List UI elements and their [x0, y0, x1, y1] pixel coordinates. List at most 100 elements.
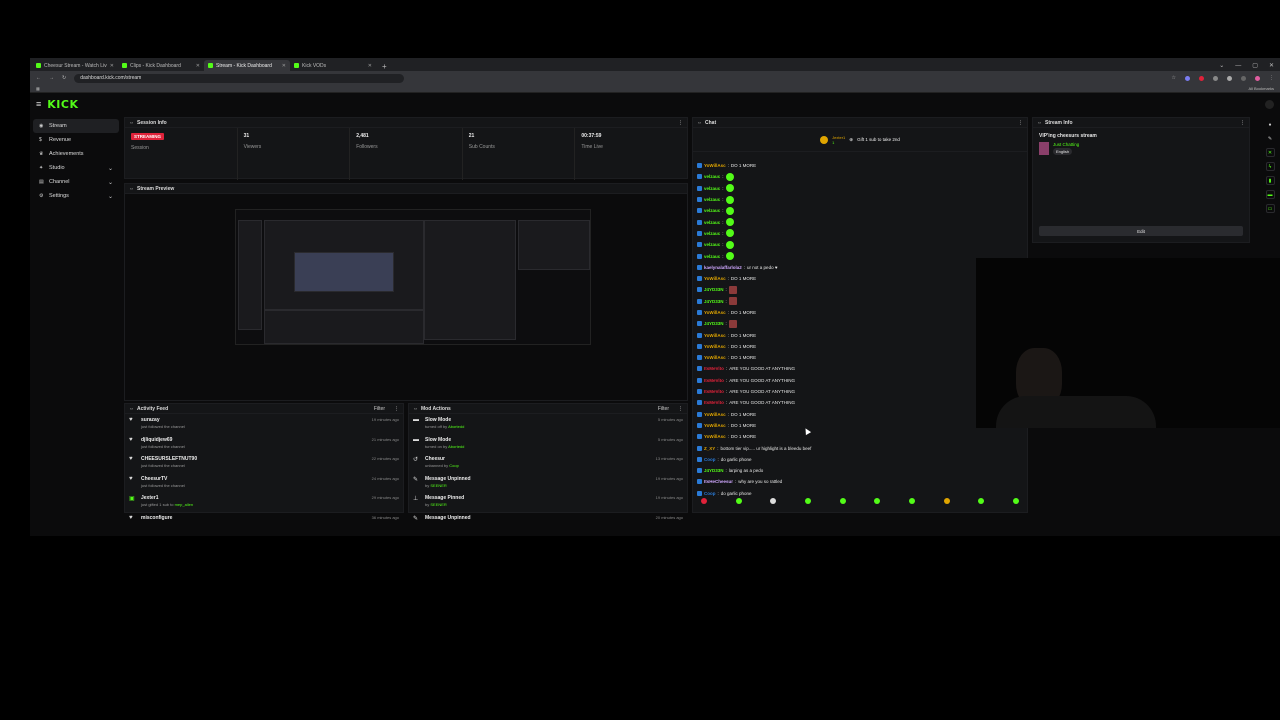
close-window-icon[interactable]: ✕: [1269, 62, 1274, 69]
chat-username[interactable]: J4YD33N: [704, 299, 724, 304]
chat-username[interactable]: Coop: [704, 457, 716, 462]
url-field[interactable]: dashboard.kick.com/stream: [74, 73, 405, 83]
reload-icon[interactable]: ↻: [62, 75, 66, 81]
chat-username[interactable]: ItsMeVito: [704, 378, 724, 383]
chat-username[interactable]: J4YD33N: [704, 287, 724, 292]
pinned-gift-goal[interactable]: Jexter1 1 ⊕ Gift 1 sub to take 2nd: [693, 128, 1027, 152]
drag-handle-icon[interactable]: ⇔: [129, 186, 134, 192]
chat-username[interactable]: YoWillAsc: [704, 333, 726, 338]
sidebar-item-achievements[interactable]: ♛ Achievements: [33, 147, 119, 161]
extension-icon[interactable]: [1185, 75, 1190, 81]
sidebar-item-settings[interactable]: ⚙ Settings ⌄: [33, 189, 119, 203]
profile-avatar[interactable]: [1255, 75, 1260, 81]
chat-username[interactable]: velzauc: [704, 231, 720, 236]
emote-icon[interactable]: [978, 498, 985, 504]
kebab-menu-icon[interactable]: ⋮: [1240, 120, 1245, 126]
drag-handle-icon[interactable]: ⇔: [129, 406, 134, 412]
chat-username[interactable]: velzauc: [704, 174, 720, 179]
emote-icon[interactable]: [735, 498, 742, 504]
chat-username[interactable]: ItsMeVito: [704, 400, 724, 405]
minimize-icon[interactable]: —: [1235, 63, 1241, 69]
kebab-menu-icon[interactable]: ⋮: [678, 120, 683, 126]
drag-handle-icon[interactable]: ⇔: [413, 406, 418, 412]
emote-icon[interactable]: [874, 498, 881, 504]
moderator-name[interactable]: Abortedd: [448, 424, 464, 429]
chat-username[interactable]: ItsMeVito: [704, 389, 724, 394]
moderator-name[interactable]: SEENER: [430, 483, 446, 488]
chat-username[interactable]: J4YD33N: [704, 321, 724, 326]
filter-button[interactable]: Filter: [658, 406, 669, 412]
filter-button[interactable]: Filter: [374, 406, 385, 412]
chat-username[interactable]: ItsHeCheesur: [704, 479, 733, 484]
chat-username[interactable]: YoWillAsc: [704, 276, 726, 281]
kick-logo[interactable]: KICK: [47, 98, 78, 111]
feed-user[interactable]: djliquidjew69: [141, 437, 368, 443]
emote-icon[interactable]: [908, 498, 915, 504]
browser-tab-active[interactable]: Stream - Kick Dashboard ✕: [204, 60, 290, 71]
feed-user[interactable]: misconfigure: [141, 515, 368, 521]
chat-username[interactable]: ItsMeVito: [704, 366, 724, 371]
resize-icon[interactable]: ▭: [1265, 204, 1275, 213]
chat-username[interactable]: kaelynalaffarlola2: [704, 265, 742, 270]
emote-icon[interactable]: [701, 498, 707, 504]
feed-user[interactable]: CHEESURSLEFTNUT90: [141, 456, 368, 462]
forward-icon[interactable]: →: [49, 75, 54, 81]
close-icon[interactable]: ✕: [110, 63, 114, 69]
edit-button[interactable]: Edit: [1039, 226, 1243, 236]
chat-username[interactable]: velzauc: [704, 220, 720, 225]
moderator-name[interactable]: Abortedd: [448, 444, 464, 449]
user-avatar[interactable]: [1265, 99, 1274, 109]
tool-button-icon[interactable]: ✕: [1265, 148, 1275, 157]
emote-icon[interactable]: [943, 498, 950, 504]
chat-username[interactable]: YoWillAsc: [704, 344, 726, 349]
stream-preview-video[interactable]: [235, 209, 591, 345]
kebab-menu-icon[interactable]: ⋮: [678, 406, 683, 412]
chat-username[interactable]: velzauc: [704, 242, 720, 247]
chat-username[interactable]: Z_XY: [704, 446, 715, 451]
help-icon[interactable]: ●: [1266, 120, 1275, 129]
mod-action-name[interactable]: Cheesur: [425, 456, 652, 462]
browser-tab[interactable]: Kick VODs ✕: [290, 60, 376, 71]
chat-username[interactable]: YoWillAsc: [704, 163, 726, 168]
extension-icon[interactable]: [1199, 75, 1204, 81]
chat-username[interactable]: velzauc: [704, 186, 720, 191]
chat-username[interactable]: YoWillAsc: [704, 423, 726, 428]
chat-bubble-icon[interactable]: ▬: [1265, 190, 1275, 199]
star-icon[interactable]: ☆: [1172, 75, 1176, 81]
sidebar-item-stream[interactable]: ◉ Stream: [33, 119, 119, 133]
chat-username[interactable]: J4YD33N: [704, 468, 724, 473]
close-icon[interactable]: ✕: [196, 63, 200, 69]
chat-username[interactable]: velzauc: [704, 208, 720, 213]
sidepanel-icon[interactable]: [1241, 75, 1246, 81]
drag-handle-icon[interactable]: ⇔: [1037, 120, 1042, 126]
kebab-menu-icon[interactable]: ⋮: [1269, 75, 1274, 81]
chat-username[interactable]: velzauc: [704, 254, 720, 259]
feed-user[interactable]: Jexter1: [141, 495, 368, 501]
extension-icon[interactable]: [1213, 75, 1218, 81]
kebab-menu-icon[interactable]: ⋮: [1018, 120, 1023, 126]
close-icon[interactable]: ✕: [368, 63, 372, 69]
trash-icon[interactable]: ▮: [1265, 176, 1275, 185]
all-bookmarks-link[interactable]: All Bookmarks: [1248, 86, 1274, 91]
moderator-name[interactable]: SEENER: [430, 502, 446, 507]
chrome-menu-icon[interactable]: ⌄: [1219, 62, 1224, 69]
puzzle-icon[interactable]: [1227, 75, 1232, 81]
stream-category[interactable]: Just Chatting: [1053, 142, 1079, 147]
emote-icon[interactable]: [804, 498, 811, 504]
new-tab-icon[interactable]: +: [376, 62, 393, 71]
feed-user[interactable]: surazay: [141, 417, 368, 423]
chat-username[interactable]: Coop: [704, 491, 716, 496]
chat-username[interactable]: YoWillAsc: [704, 412, 726, 417]
chat-username[interactable]: YoWillAsc: [704, 434, 726, 439]
feed-user[interactable]: CheesurTV: [141, 476, 368, 482]
moderator-name[interactable]: Coop: [449, 463, 459, 468]
browser-tab[interactable]: Cheesur Stream - Watch Live o ✕: [32, 60, 118, 71]
emote-icon[interactable]: [839, 498, 846, 504]
drag-handle-icon[interactable]: ⇔: [697, 120, 702, 126]
sidebar-item-revenue[interactable]: $ Revenue: [33, 133, 119, 147]
apps-icon[interactable]: ▦: [36, 86, 40, 91]
emote-icon[interactable]: [1012, 498, 1019, 504]
gift-recipient[interactable]: mep_allen: [175, 502, 193, 507]
maximize-icon[interactable]: ▢: [1252, 62, 1258, 69]
emote-icon[interactable]: [770, 498, 777, 504]
